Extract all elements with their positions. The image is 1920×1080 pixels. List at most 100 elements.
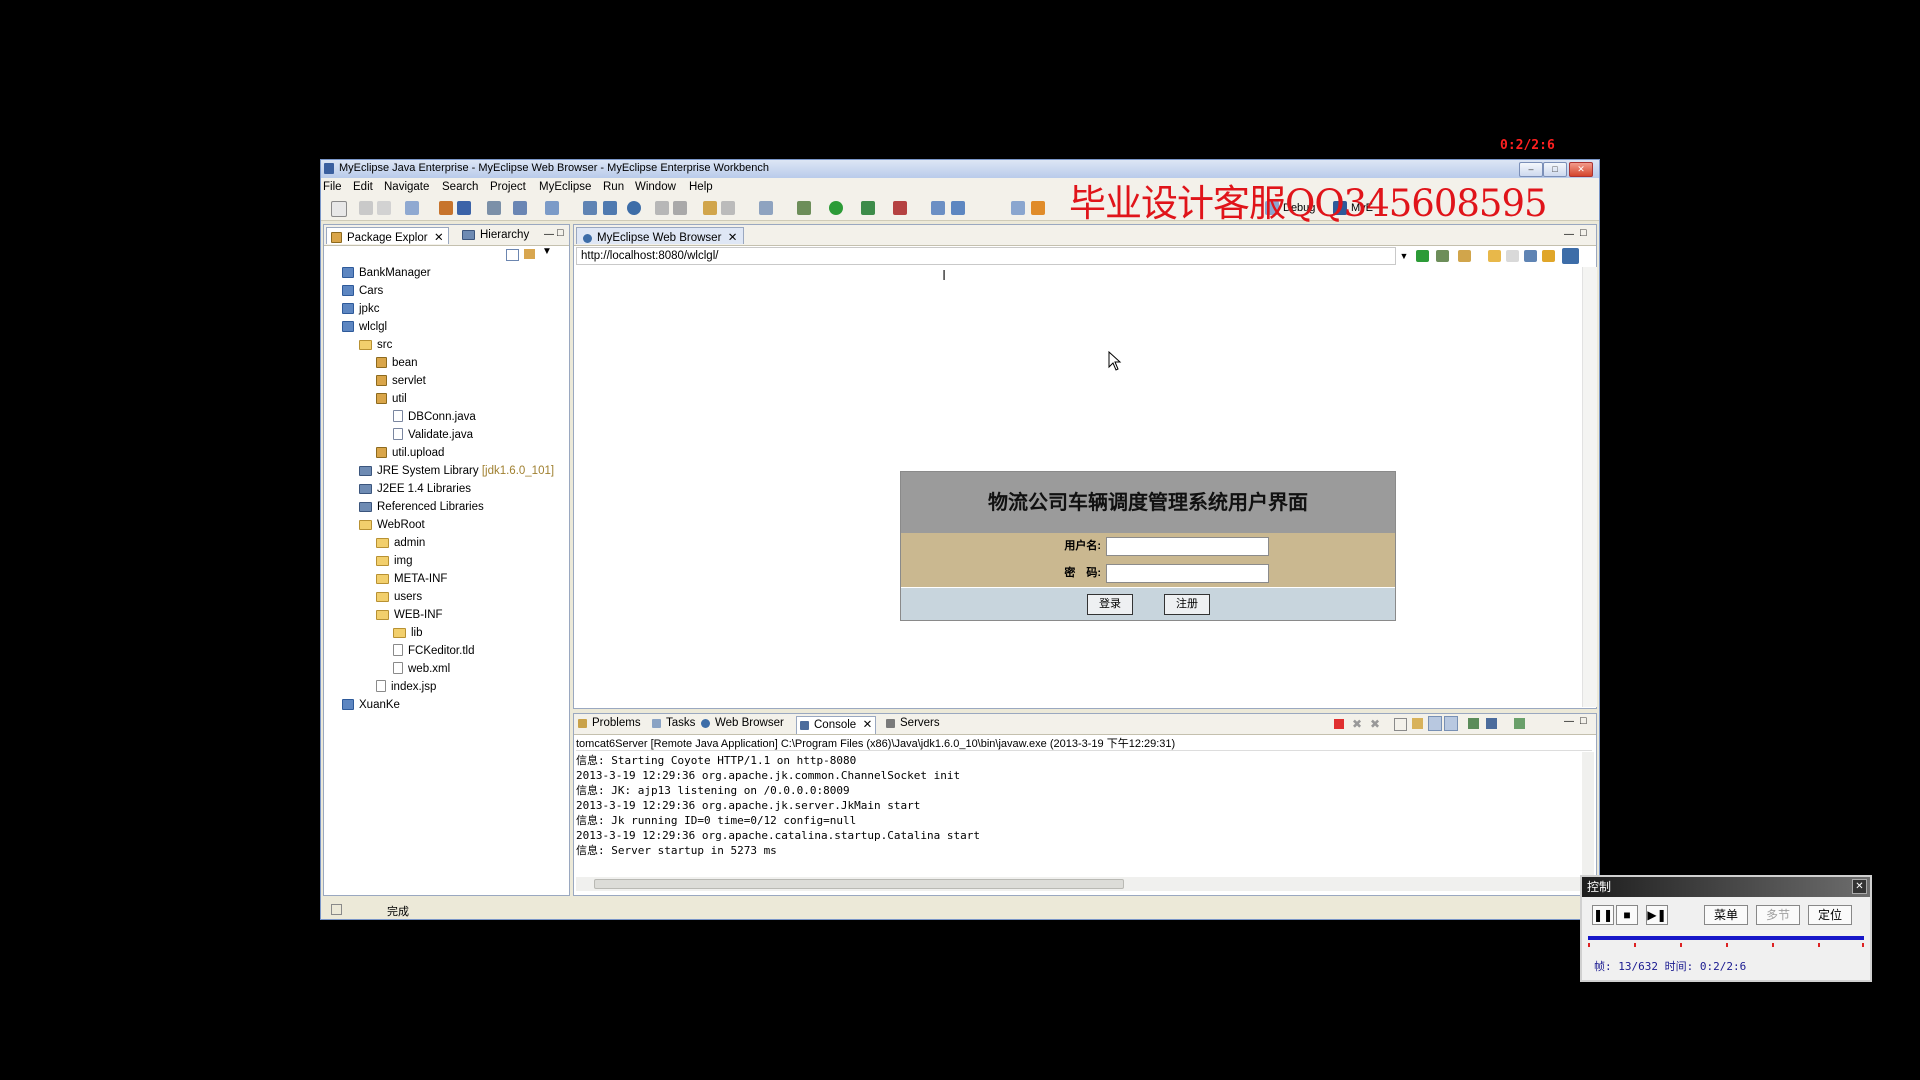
close-button[interactable]: ✕ [1569, 162, 1593, 177]
browser-icon[interactable] [487, 201, 501, 215]
minimize-view-icon[interactable]: — [1564, 716, 1574, 727]
tree-item-j2ee-libraries[interactable]: J2EE 1.4 Libraries [359, 481, 471, 498]
remove-launch-icon[interactable]: ✖ [1352, 717, 1362, 731]
go-icon[interactable] [1416, 250, 1429, 262]
favorites-icon[interactable] [1458, 250, 1471, 262]
pin-console-icon[interactable] [1468, 718, 1479, 729]
link-with-editor-icon[interactable] [524, 249, 535, 259]
tree-item-img[interactable]: img [376, 553, 413, 570]
minimize-view-icon[interactable]: — [1564, 229, 1574, 240]
display-console-icon[interactable] [1486, 718, 1497, 729]
copy-icon[interactable] [721, 201, 735, 215]
url-input[interactable]: http://localhost:8080/wlclgl/ [576, 247, 1396, 265]
tab-web-browser[interactable]: Web Browser [701, 717, 784, 729]
tree-item-util-upload[interactable]: util.upload [376, 445, 444, 462]
show-on-output-icon[interactable] [1428, 716, 1442, 731]
save-icon[interactable] [359, 201, 373, 215]
tree-item-jpkc[interactable]: jpkc [342, 301, 379, 318]
menu-navigate[interactable]: Navigate [384, 181, 429, 193]
tab-hierarchy[interactable]: Hierarchy [458, 227, 533, 244]
next-frame-icon[interactable]: ▶❚ [1646, 905, 1668, 925]
console-hscroll-thumb[interactable] [594, 879, 1124, 889]
view-menu-icon[interactable]: ▼ [542, 246, 552, 257]
globe-icon[interactable] [627, 201, 641, 215]
maximize-view-icon[interactable]: □ [557, 227, 564, 239]
tree-item-web-inf[interactable]: WEB-INF [376, 607, 443, 624]
refresh-icon[interactable] [1542, 250, 1555, 262]
menu-run[interactable]: Run [603, 181, 624, 193]
console-vscroll[interactable] [1582, 752, 1594, 875]
tree-item-validate[interactable]: Validate.java [393, 427, 473, 444]
wizard-icon[interactable] [513, 201, 527, 215]
close-icon[interactable]: ✕ [728, 232, 738, 244]
tree-item-bankmanager[interactable]: BankManager [342, 265, 431, 282]
tree-item-util[interactable]: util [376, 391, 407, 408]
team-icon[interactable] [951, 201, 965, 215]
tab-myeclipse-web-browser[interactable]: MyEclipse Web Browser ✕ [576, 227, 745, 244]
register-button[interactable]: 注册 [1164, 594, 1210, 615]
tree-item-referenced-libraries[interactable]: Referenced Libraries [359, 499, 484, 516]
console-hscroll[interactable] [576, 877, 1582, 891]
open-console-icon[interactable] [1514, 718, 1525, 729]
menu-file[interactable]: File [323, 181, 342, 193]
terminate-icon[interactable] [1334, 719, 1344, 729]
tab-console[interactable]: Console ✕ [796, 716, 877, 734]
server-icon[interactable] [457, 201, 471, 215]
multi-button[interactable]: 多节 [1756, 905, 1800, 925]
menu-myeclipse[interactable]: MyEclipse [539, 181, 591, 193]
tree-item-bean[interactable]: bean [376, 355, 418, 372]
external-tools-icon[interactable] [893, 201, 907, 215]
tab-package-explorer[interactable]: Package Explor ✕ [326, 227, 449, 244]
login-button[interactable]: 登录 [1087, 594, 1133, 615]
tree-item-index-jsp[interactable]: index.jsp [376, 679, 436, 696]
menu-project[interactable]: Project [490, 181, 526, 193]
tree-item-lib[interactable]: lib [393, 625, 423, 642]
stop-icon[interactable]: ■ [1616, 905, 1638, 925]
tree-item-dbconn[interactable]: DBConn.java [393, 409, 476, 426]
stop-icon[interactable] [1524, 250, 1537, 262]
link-icon[interactable] [673, 201, 687, 215]
tree-item-fckeditor-tld[interactable]: FCKeditor.tld [393, 643, 474, 660]
close-icon[interactable]: ✕ [1852, 879, 1867, 894]
username-input[interactable] [1106, 537, 1269, 556]
print-icon[interactable] [377, 201, 391, 215]
run-icon[interactable] [829, 201, 843, 215]
tree-item-webroot[interactable]: WebRoot [359, 517, 425, 534]
tree-item-src[interactable]: src [359, 337, 392, 354]
open-resource-icon[interactable] [603, 201, 617, 215]
close-icon[interactable]: ✕ [863, 719, 873, 731]
tab-servers[interactable]: Servers [886, 717, 940, 729]
minimize-view-icon[interactable]: — [544, 229, 554, 240]
tree-item-wlclgl[interactable]: wlclgl [342, 319, 387, 336]
search-icon[interactable] [545, 201, 559, 215]
refresh-icon[interactable] [655, 201, 669, 215]
menu-window[interactable]: Window [635, 181, 676, 193]
marker-icon[interactable] [1031, 201, 1045, 215]
menu-help[interactable]: Help [689, 181, 713, 193]
sync-icon[interactable] [1011, 201, 1025, 215]
playback-progress-bar[interactable] [1588, 936, 1864, 940]
deploy-icon[interactable] [439, 201, 453, 215]
fast-view-icon[interactable] [331, 904, 342, 915]
maximize-view-icon[interactable]: □ [1580, 715, 1587, 727]
browser-scrollbar[interactable] [1582, 267, 1597, 707]
close-icon[interactable]: ✕ [434, 232, 444, 244]
url-dropdown-icon[interactable]: ▼ [1398, 247, 1410, 265]
locate-button[interactable]: 定位 [1808, 905, 1852, 925]
browser-settings-icon[interactable] [1562, 248, 1579, 264]
new-project-icon[interactable] [405, 201, 419, 215]
collapse-all-icon[interactable] [506, 249, 519, 261]
tree-item-servlet[interactable]: servlet [376, 373, 426, 390]
maximize-button[interactable]: □ [1543, 162, 1567, 177]
tree-item-web-xml[interactable]: web.xml [393, 661, 450, 678]
tree-item-cars[interactable]: Cars [342, 283, 383, 300]
tree-item-jre-library[interactable]: JRE System Library [jdk1.6.0_101] [359, 463, 554, 480]
debug-page-icon[interactable] [1436, 250, 1449, 262]
clear-console-icon[interactable] [1394, 718, 1407, 731]
new-icon[interactable] [331, 201, 347, 217]
menu-edit[interactable]: Edit [353, 181, 373, 193]
maximize-view-icon[interactable]: □ [1580, 227, 1587, 239]
window-icon[interactable] [759, 201, 773, 215]
tree-item-xuanke[interactable]: XuanKe [342, 697, 400, 714]
tree-item-meta-inf[interactable]: META-INF [376, 571, 447, 588]
